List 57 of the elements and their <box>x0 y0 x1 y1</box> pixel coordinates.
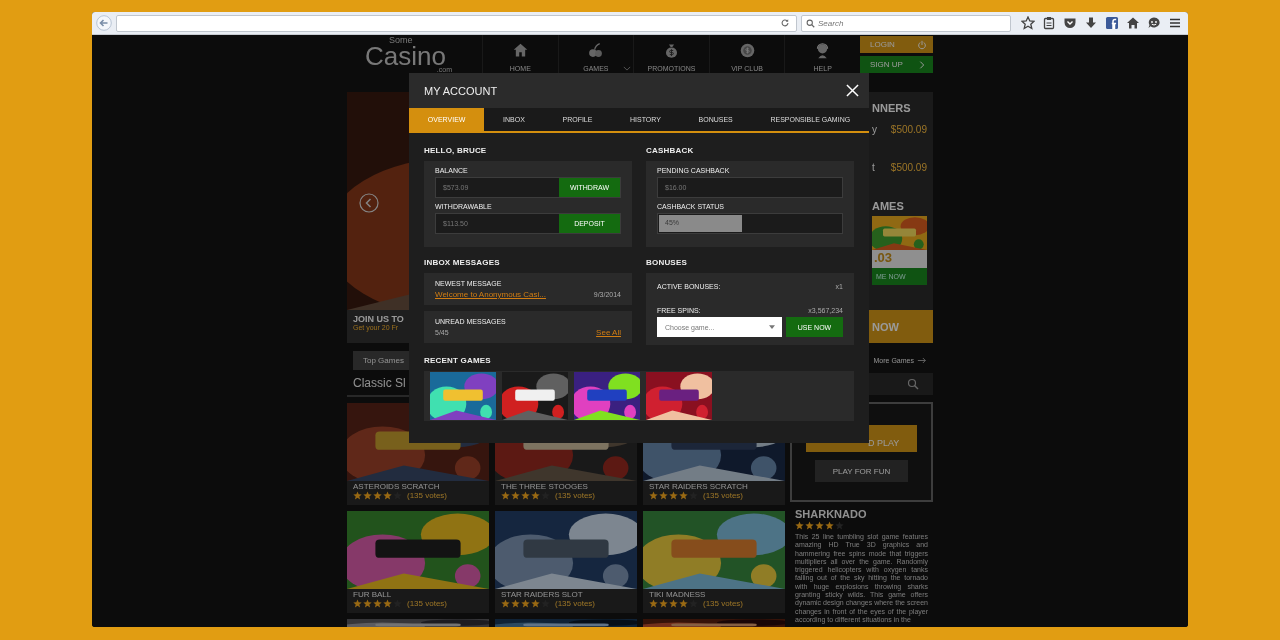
game-card[interactable]: STAR RAIDERS SLOT (135 votes) <box>495 511 637 613</box>
bookmark-star-icon[interactable] <box>1021 16 1035 30</box>
hero-title: JOIN US TO <box>353 314 404 324</box>
section-heading: HELLO, BRUCE <box>424 145 488 157</box>
dialog-title: MY ACCOUNT <box>424 84 498 97</box>
search-icon <box>806 18 815 28</box>
game-title: STAR RAIDERS SLOT <box>501 590 584 599</box>
game-card[interactable]: FUR BALL (135 votes) <box>347 511 489 613</box>
game-card[interactable]: TIKI MADNESS (135 votes) <box>643 511 785 613</box>
menu-icon[interactable] <box>1168 16 1182 30</box>
chat-icon[interactable] <box>1147 16 1161 30</box>
clipboard-icon[interactable] <box>1042 16 1056 30</box>
chevron-icon <box>917 59 927 70</box>
game-title: THE THREE STOOGES <box>501 482 589 491</box>
win-amount: $500.09 <box>890 162 927 173</box>
house-icon <box>511 42 529 59</box>
play-for-fun-button[interactable]: PLAY FOR FUN <box>815 460 908 482</box>
game-title: TIKI MADNESS <box>649 590 707 599</box>
search-icon <box>907 378 919 390</box>
see-all-link[interactable]: See All <box>596 328 621 337</box>
arrow-right-icon <box>917 357 927 364</box>
section-heading: BONUSES <box>646 257 688 269</box>
social-icon[interactable] <box>1105 16 1119 30</box>
panel-title: AMES <box>872 200 904 212</box>
dropdown-caret-icon <box>769 325 775 329</box>
game-title: ASTEROIDS SCRATCH <box>353 482 441 491</box>
win-amount: $500.09 <box>890 124 927 135</box>
chip-icon <box>738 42 756 59</box>
game-title: SHARKNADO <box>794 507 868 521</box>
vote-count: (135 votes) <box>407 491 448 500</box>
game-title: STAR RAIDERS SCRATCH <box>649 482 749 491</box>
back-button[interactable] <box>96 15 112 31</box>
vote-count: (135 votes) <box>555 599 596 608</box>
panel-title: NNERS <box>872 102 911 114</box>
home-icon[interactable] <box>1126 16 1140 30</box>
close-icon[interactable] <box>846 84 859 97</box>
winner-name: t <box>872 162 875 173</box>
power-icon <box>917 39 927 50</box>
money-bag-icon <box>663 42 680 59</box>
sign-up-button[interactable]: SIGN UP <box>860 56 933 73</box>
section-heading: INBOX MESSAGES <box>424 257 501 269</box>
game-title: FUR BALL <box>353 590 393 599</box>
reload-icon[interactable] <box>780 18 790 28</box>
section-heading: CASHBACK <box>646 145 695 157</box>
download-icon[interactable] <box>1084 16 1098 30</box>
vote-count: (135 votes) <box>407 599 448 608</box>
pocket-icon[interactable] <box>1063 16 1077 30</box>
vote-count: (135 votes) <box>703 491 744 500</box>
winner-name: y <box>872 124 877 135</box>
message-link[interactable]: Welcome to Anonymous Casi... <box>435 290 546 299</box>
jackpot-amount: .03 <box>872 250 927 268</box>
search-field[interactable]: Search <box>801 14 1011 32</box>
search-input[interactable]: Search <box>818 18 968 28</box>
vote-count: (135 votes) <box>555 491 596 500</box>
section-heading: RECENT GAMES <box>424 355 492 367</box>
vote-count: (135 votes) <box>703 599 744 608</box>
cherries-icon <box>587 42 605 59</box>
